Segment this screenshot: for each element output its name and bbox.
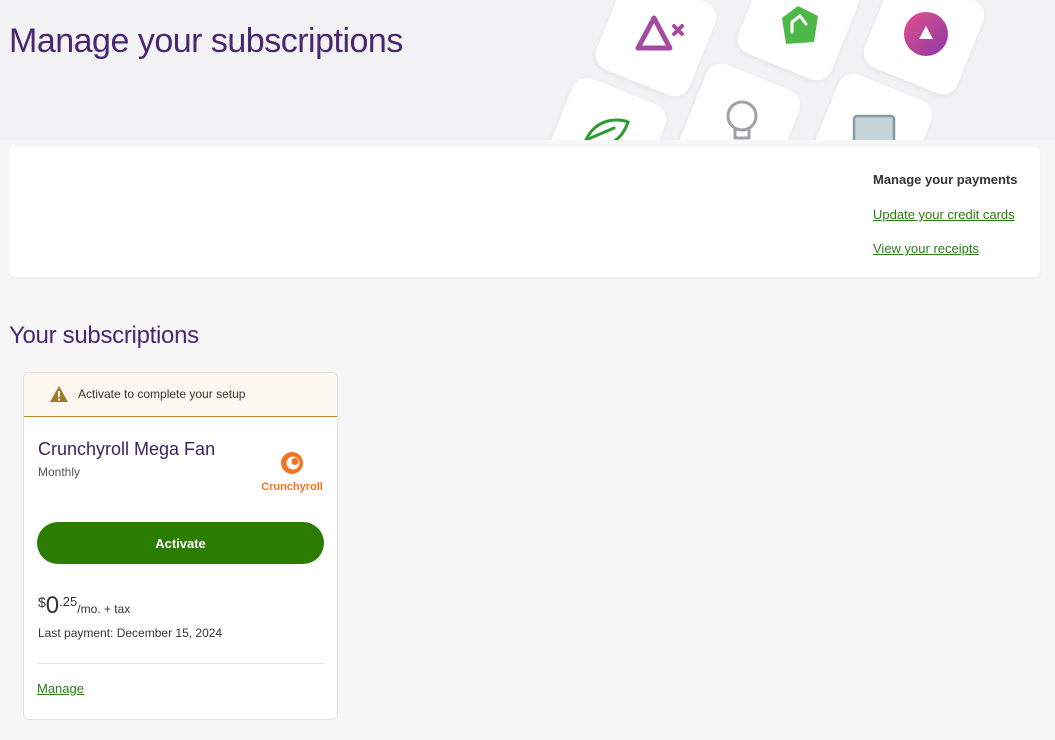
payments-card: Manage your payments Update your credit … <box>9 147 1040 277</box>
lightbulb-icon <box>726 100 758 140</box>
price-unit: /mo. + tax <box>77 602 131 616</box>
leaf-icon <box>584 118 630 140</box>
crunchyroll-logo: Crunchyroll <box>259 451 325 493</box>
price-whole: 0 <box>45 592 60 619</box>
update-credit-cards-link[interactable]: Update your credit cards <box>873 207 1015 222</box>
alert-text: Activate to complete your setup <box>78 387 246 401</box>
hero-banner: Manage your subscriptions <box>0 0 1055 140</box>
divider <box>38 663 324 664</box>
house-arrow-icon <box>782 5 818 45</box>
subscription-card: Activate to complete your setup Crunchyr… <box>23 372 338 720</box>
manage-link[interactable]: Manage <box>37 681 84 696</box>
triangle-circle-icon <box>904 11 948 56</box>
payments-heading: Manage your payments <box>873 172 1018 187</box>
last-payment: Last payment: December 15, 2024 <box>38 626 223 640</box>
view-receipts-link[interactable]: View your receipts <box>873 241 979 256</box>
crunchyroll-icon <box>281 452 303 474</box>
section-title: Your subscriptions <box>9 322 199 349</box>
price-currency: $ <box>38 594 46 610</box>
setup-alert: Activate to complete your setup <box>24 373 337 417</box>
plan-name: Crunchyroll Mega Fan <box>38 439 216 459</box>
page-title: Manage your subscriptions <box>9 22 403 60</box>
price-cents: .25 <box>59 594 78 609</box>
logo-text: Crunchyroll <box>261 481 323 493</box>
tablet-icon <box>852 114 896 140</box>
price: $0.25/mo. + tax <box>38 592 130 620</box>
plan-period: Monthly <box>38 465 81 479</box>
warning-icon <box>50 386 68 402</box>
hero-tile <box>732 0 864 86</box>
activate-button[interactable]: Activate <box>37 522 324 564</box>
